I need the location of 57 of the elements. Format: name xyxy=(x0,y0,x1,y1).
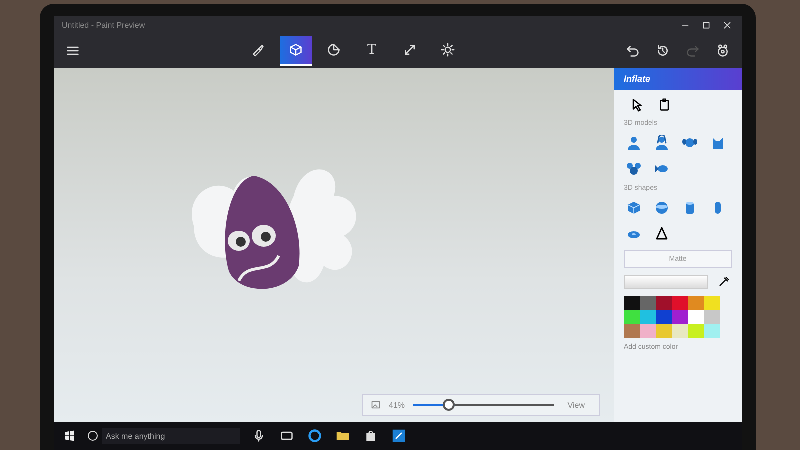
taskbar-app[interactable] xyxy=(390,427,408,445)
color-swatch[interactable] xyxy=(672,296,688,310)
windows-icon xyxy=(64,430,76,442)
history-icon xyxy=(656,44,670,58)
community-icon xyxy=(716,44,730,58)
task-view-icon xyxy=(280,429,294,443)
zoom-percent: 41% xyxy=(389,400,406,410)
search-field[interactable]: Ask me anything xyxy=(102,428,240,444)
sphere-icon xyxy=(654,200,670,216)
color-swatch[interactable] xyxy=(640,310,656,324)
color-swatch[interactable] xyxy=(624,310,640,324)
tool-tab[interactable]: T xyxy=(356,36,388,66)
image-icon xyxy=(371,400,381,410)
paint-app-icon xyxy=(392,429,406,443)
color-swatch[interactable] xyxy=(704,296,720,310)
store-icon xyxy=(364,429,378,443)
menu-icon xyxy=(66,44,80,58)
mouse-icon xyxy=(626,161,642,177)
resize-icon xyxy=(403,43,417,57)
cortana-icon xyxy=(88,431,98,441)
panel-title: Inflate xyxy=(614,68,742,90)
color-swatch[interactable] xyxy=(656,310,672,324)
clipboard-icon xyxy=(658,98,672,112)
browser-icon xyxy=(308,429,322,443)
cat-icon xyxy=(710,135,726,151)
color-swatch[interactable] xyxy=(656,296,672,310)
color-swatch[interactable] xyxy=(672,310,688,324)
color-swatch[interactable] xyxy=(640,296,656,310)
microphone-icon xyxy=(252,429,266,443)
color-swatch[interactable] xyxy=(624,324,640,338)
color-swatch[interactable] xyxy=(688,310,704,324)
sticker-icon xyxy=(327,43,341,57)
color-swatch[interactable] xyxy=(624,296,640,310)
taskbar-app[interactable] xyxy=(306,427,324,445)
cursor-icon xyxy=(630,98,644,112)
view-button[interactable]: View xyxy=(562,398,591,412)
color-swatch[interactable] xyxy=(688,296,704,310)
brush-icon xyxy=(251,43,265,57)
redo-icon xyxy=(686,44,700,58)
close-icon xyxy=(723,20,732,30)
person-icon xyxy=(626,135,642,151)
cone-icon xyxy=(654,226,670,242)
window-title: Untitled - Paint Preview xyxy=(62,20,146,30)
cube-icon xyxy=(626,200,642,216)
maximize-icon xyxy=(702,20,711,30)
color-swatch[interactable] xyxy=(704,324,720,338)
color-swatch[interactable] xyxy=(672,324,688,338)
tool-tab[interactable] xyxy=(280,36,312,66)
sun-icon xyxy=(441,43,455,57)
undo-icon xyxy=(626,44,640,58)
color-swatch[interactable] xyxy=(704,310,720,324)
color-swatch[interactable] xyxy=(656,324,672,338)
eyedropper-icon xyxy=(718,276,730,288)
cube-icon xyxy=(289,43,303,57)
person-icon xyxy=(654,135,670,151)
color-swatch[interactable] xyxy=(688,324,704,338)
color-swatch[interactable] xyxy=(640,324,656,338)
